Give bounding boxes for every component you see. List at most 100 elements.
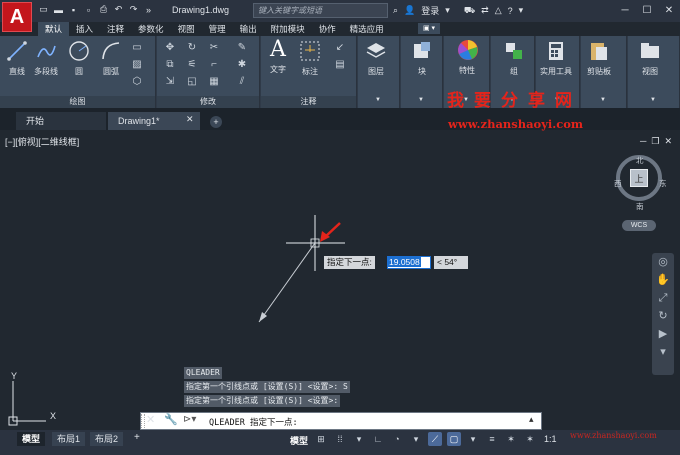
clipboard-button[interactable]: 剪贴板 — [587, 40, 611, 77]
print-icon[interactable]: ⎙ — [98, 4, 109, 15]
polar-icon[interactable]: ◔ — [390, 432, 404, 446]
a360-icon[interactable]: △ — [495, 5, 502, 16]
lineweight-icon[interactable]: ≡ — [485, 432, 499, 446]
ortho-icon[interactable]: ∟ — [371, 432, 385, 446]
dynamic-input-angle[interactable]: < 54° — [434, 256, 468, 269]
layout2-tab[interactable]: 布局2 — [90, 432, 124, 446]
chevron-down-icon[interactable]: ▾ — [445, 5, 450, 16]
model-space-button[interactable]: 模型 — [290, 434, 308, 447]
annotation-visibility-icon[interactable]: ✶ — [504, 432, 518, 446]
help-icon[interactable]: ? — [508, 6, 513, 16]
undo-icon[interactable]: ↶ — [113, 4, 124, 15]
save-as-icon[interactable]: ▫ — [83, 4, 94, 15]
tab-collaborate[interactable]: 协作 — [312, 22, 343, 36]
dimension-button[interactable]: 标注 — [299, 40, 321, 77]
customize-icon[interactable]: 🔧 — [164, 413, 178, 426]
minimize-icon[interactable]: ─ — [640, 136, 646, 147]
chevron-down-icon[interactable]: ▼ — [650, 97, 656, 103]
maximize-icon[interactable]: ☐ — [636, 0, 658, 20]
arc-button[interactable]: 圆弧 — [100, 40, 122, 77]
array-icon[interactable]: ▦ — [207, 74, 221, 88]
mirror-icon[interactable]: ⚟ — [185, 57, 199, 71]
line-button[interactable]: 直线 — [6, 40, 28, 77]
grid-icon[interactable]: ⊞ — [314, 432, 328, 446]
chevron-down-icon[interactable]: ▾ — [466, 432, 480, 446]
open-folder-icon[interactable]: ▬ — [53, 4, 64, 15]
viewcube-north[interactable]: 北 — [636, 155, 644, 166]
minimize-icon[interactable]: ─ — [614, 0, 636, 20]
new-file-icon[interactable]: ▭ — [38, 4, 49, 15]
command-line-input[interactable] — [140, 412, 542, 430]
chevron-down-icon[interactable]: ▼ — [600, 97, 606, 103]
utilities-button[interactable]: 实用工具 — [540, 40, 572, 77]
viewcube-south[interactable]: 南 — [636, 201, 644, 212]
wcs-menu[interactable]: WCS — [622, 220, 656, 231]
rotate-icon[interactable]: ↻ — [185, 40, 199, 54]
snap-icon[interactable]: ⁞⁞ — [333, 432, 347, 446]
scale-icon[interactable]: ◱ — [185, 74, 199, 88]
tab-featured-apps[interactable]: 精选应用 — [343, 22, 391, 36]
user-icon[interactable]: 👤 — [404, 5, 415, 16]
hatch-icon[interactable]: ▨ — [130, 57, 144, 71]
cart-icon[interactable]: ⛟ — [464, 5, 475, 17]
viewport-controls-label[interactable]: [−][俯视][二维线框] — [5, 135, 79, 148]
rectangle-icon[interactable]: ▭ — [130, 40, 144, 54]
properties-button[interactable]: 特性 — [456, 39, 478, 76]
group-button[interactable]: 组 — [503, 40, 525, 77]
search-icon[interactable]: ⌕ — [393, 5, 398, 16]
copy-icon[interactable]: ⧉ — [163, 57, 177, 71]
add-tab-icon[interactable]: + — [210, 116, 222, 128]
object-snap-tracking-icon[interactable]: ⟋ — [428, 432, 442, 446]
tab-view[interactable]: 视图 — [171, 22, 202, 36]
chevron-down-icon[interactable]: ▼ — [418, 97, 424, 103]
tab-insert[interactable]: 插入 — [69, 22, 100, 36]
model-layout-tab[interactable]: 模型 — [17, 432, 46, 446]
fillet-icon[interactable]: ⌐ — [207, 57, 221, 71]
tab-parametric[interactable]: 参数化 — [131, 22, 171, 36]
dynamic-input-length-value[interactable]: 19.0508 — [388, 257, 421, 267]
text-button[interactable]: A 文字 — [267, 37, 289, 75]
chevron-down-icon[interactable]: ▾ — [409, 432, 423, 446]
draw-panel-label[interactable]: 绘图 — [0, 96, 155, 108]
tab-output[interactable]: 输出 — [233, 22, 264, 36]
redo-icon[interactable]: ↷ — [128, 4, 139, 15]
app-logo[interactable]: A — [2, 2, 32, 32]
dynamic-input-length[interactable]: 19.0508 — [387, 256, 431, 269]
viewcube-west[interactable]: 西 — [614, 178, 622, 189]
object-snap-icon[interactable]: ▢ — [447, 432, 461, 446]
showmotion-icon[interactable]: ▶ — [652, 325, 674, 343]
erase-icon[interactable]: ✎ — [235, 40, 249, 54]
layers-button[interactable]: 图层 — [365, 40, 387, 77]
circle-button[interactable]: 圆 — [68, 40, 90, 77]
annotation-scale[interactable]: 1:1 — [544, 434, 557, 444]
tab-manage[interactable]: 管理 — [202, 22, 233, 36]
orbit-icon[interactable]: ↻ — [652, 307, 674, 325]
viewcube-east[interactable]: 东 — [659, 178, 667, 189]
command-line-grip[interactable] — [141, 414, 145, 428]
table-icon[interactable]: ▤ — [333, 57, 347, 71]
command-prompt-icon[interactable]: ⊳▾ — [183, 414, 196, 425]
ribbon-extra-button[interactable]: ▣ ▾ — [418, 23, 440, 34]
modify-panel-label[interactable]: 修改 — [157, 96, 259, 108]
explode-icon[interactable]: ✱ — [235, 57, 249, 71]
zoom-extents-icon[interactable]: ⤢ — [652, 289, 674, 307]
close-icon[interactable]: ✕ — [146, 413, 155, 426]
more-icon[interactable]: » — [143, 4, 154, 15]
steering-wheel-icon[interactable]: ◎ — [652, 253, 674, 271]
search-input[interactable]: 键入关键字或短语 — [253, 3, 388, 18]
polyline-button[interactable]: 多段线 — [34, 40, 58, 77]
tab-default[interactable]: 默认 — [38, 22, 70, 36]
offset-icon[interactable]: ⫽ — [235, 74, 249, 88]
restore-icon[interactable]: ❐ — [651, 136, 659, 147]
pan-icon[interactable]: ✋ — [652, 271, 674, 289]
start-tab[interactable]: 开始 — [16, 112, 106, 130]
close-icon[interactable]: ✕ — [658, 0, 680, 20]
view-button[interactable]: 视图 — [639, 40, 661, 77]
viewcube-top-face[interactable]: 上 — [630, 169, 648, 187]
annotation-panel-label[interactable]: 注释 — [261, 96, 356, 108]
leader-icon[interactable]: ↙ — [333, 40, 347, 54]
layout1-tab[interactable]: 布局1 — [52, 432, 86, 446]
stretch-icon[interactable]: ⇲ — [163, 74, 177, 88]
tab-annotate[interactable]: 注释 — [100, 22, 131, 36]
chevron-down-icon[interactable]: ▾ — [519, 5, 524, 16]
